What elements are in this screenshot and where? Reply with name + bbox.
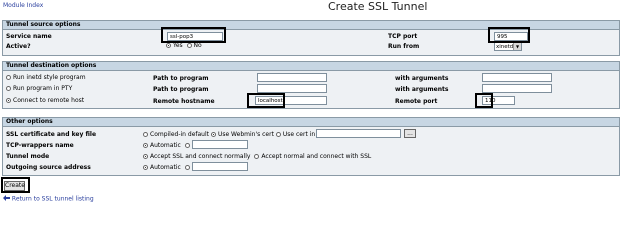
path-label-1: Path to program [153, 75, 209, 82]
remote-hostname-label: Remote hostname [153, 98, 215, 105]
mode-ssl-label: Accept SSL and connect normally [150, 153, 251, 160]
active-yes-radio[interactable] [166, 43, 171, 48]
outgoing-auto-label: Automatic [150, 164, 181, 171]
args-input-2[interactable] [482, 84, 552, 93]
other-options-heading: Other options [3, 118, 619, 127]
inetd-label: Run inetd style program [13, 74, 86, 81]
tcp-port-highlight [488, 27, 530, 43]
tcpw-auto-radio[interactable] [143, 143, 148, 148]
cert-webmin-radio[interactable] [210, 132, 216, 137]
mode-normal-radio[interactable] [254, 154, 260, 159]
outgoing-address-label: Outgoing source address [6, 164, 91, 171]
pty-radio[interactable] [6, 86, 11, 91]
tcpw-custom-radio[interactable] [184, 143, 190, 148]
tcp-port-label: TCP port [388, 33, 418, 40]
cert-default-label: Compiled-in default [150, 131, 210, 138]
outgoing-auto-radio[interactable] [143, 165, 148, 170]
outgoing-custom-radio[interactable] [184, 165, 190, 170]
remote-host-option-label: Connect to remote host [13, 97, 85, 104]
browse-button[interactable]: ... [404, 129, 416, 138]
active-label: Active? [6, 43, 31, 50]
cert-webmin-label: Use Webmin's cert [217, 131, 274, 138]
active-yes-label: Yes [173, 42, 183, 49]
inetd-option: Run inetd style program [6, 74, 86, 81]
page-title: Create SSL Tunnel [328, 0, 428, 13]
remote-port-highlight [475, 93, 493, 108]
pty-option: Run program in PTY [6, 85, 72, 92]
create-button-highlight [1, 177, 30, 193]
chevron-down-icon: ▼ [513, 43, 521, 50]
service-name-highlight [161, 27, 226, 43]
path-label-2: Path to program [153, 86, 209, 93]
module-index-link[interactable]: Module Index [3, 2, 43, 9]
args-label-2: with arguments [395, 86, 449, 93]
cert-radio-group: Compiled-in default Use Webmin's cert Us… [143, 131, 326, 138]
service-name-label: Service name [6, 33, 52, 40]
other-options-section: Other options SSL certificate and key fi… [2, 117, 620, 176]
mode-ssl-radio[interactable] [143, 154, 148, 159]
remote-host-radio[interactable] [6, 98, 11, 103]
run-from-value: xinetd [496, 44, 514, 50]
return-to-listing-link[interactable]: Return to SSL tunnel listing [12, 196, 94, 203]
path-input-2[interactable] [257, 84, 327, 93]
cert-default-radio[interactable] [143, 132, 148, 137]
pty-label: Run program in PTY [13, 85, 73, 92]
remote-host-option: Connect to remote host [6, 97, 84, 104]
active-no-radio[interactable] [186, 43, 192, 48]
outgoing-address-input[interactable] [192, 162, 248, 171]
cert-file-input[interactable] [316, 129, 401, 138]
tunnel-mode-radio-group: Accept SSL and connect normally Accept n… [143, 153, 371, 160]
tcpw-auto-label: Automatic [150, 142, 181, 149]
cert-file-radio[interactable] [275, 132, 281, 137]
args-label-1: with arguments [395, 75, 449, 82]
active-no-label: No [193, 42, 202, 49]
tunnel-destination-section: Tunnel destination options Run inetd sty… [2, 61, 620, 109]
tunnel-destination-heading: Tunnel destination options [3, 62, 619, 71]
inetd-radio[interactable] [6, 75, 11, 80]
remote-hostname-highlight [247, 93, 285, 108]
run-from-label: Run from [388, 43, 420, 50]
back-arrow-icon [3, 195, 10, 203]
remote-port-label: Remote port [395, 98, 438, 105]
cert-label: SSL certificate and key file [6, 131, 97, 138]
return-link-row: Return to SSL tunnel listing [3, 195, 94, 203]
active-radio-group: Yes No [166, 42, 202, 49]
tcp-wrappers-input[interactable] [192, 140, 248, 149]
path-input-1[interactable] [257, 73, 327, 82]
tunnel-mode-label: Tunnel mode [6, 153, 50, 160]
tcp-wrappers-radio-group: Automatic [143, 142, 192, 149]
run-from-select[interactable]: xinetd ▼ [494, 42, 522, 51]
outgoing-radio-group: Automatic [143, 164, 192, 171]
mode-normal-label: Accept normal and connect with SSL [261, 153, 372, 160]
args-input-1[interactable] [482, 73, 552, 82]
tcp-wrappers-label: TCP-wrappers name [6, 142, 74, 149]
